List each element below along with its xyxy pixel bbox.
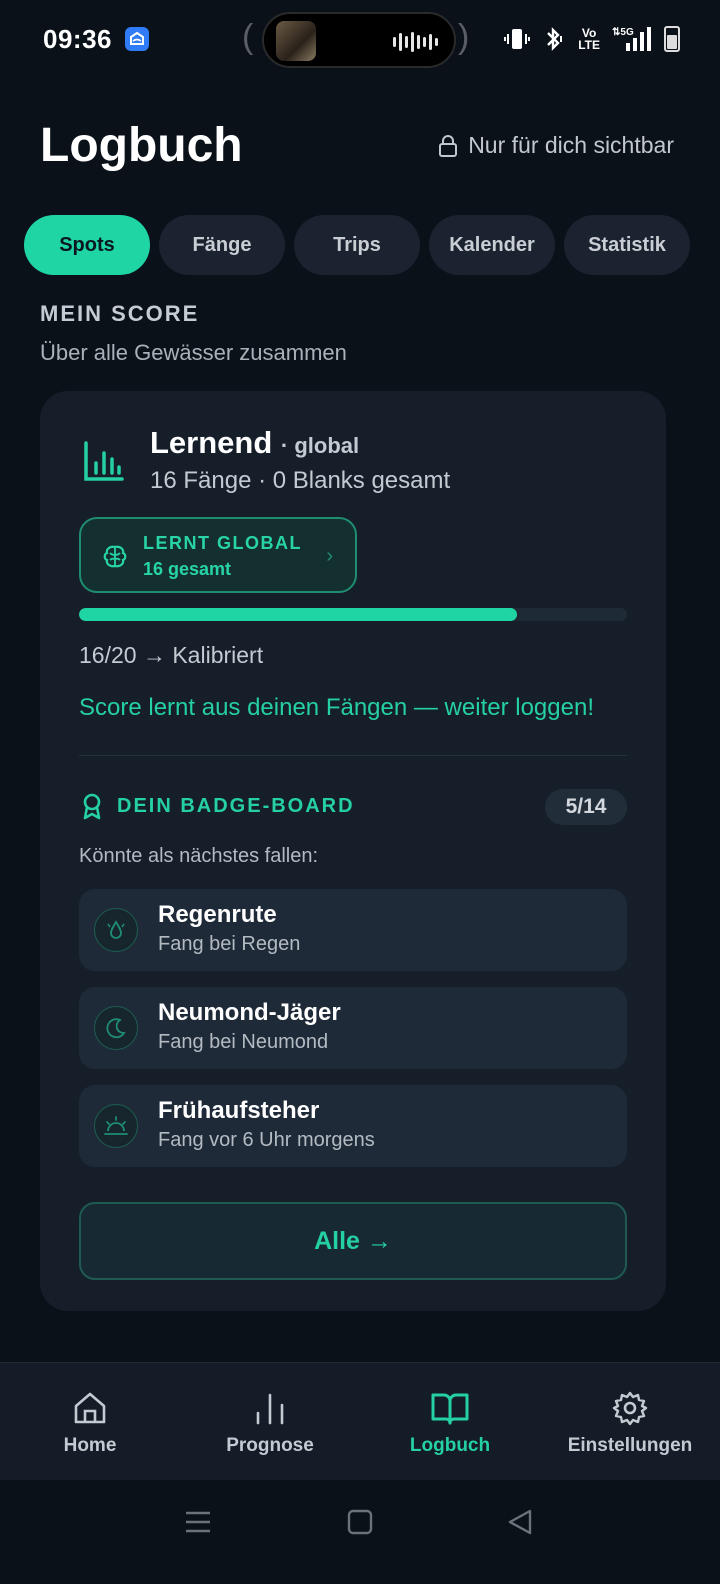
tab-trips[interactable]: Trips: [294, 215, 420, 275]
back-icon[interactable]: [506, 1508, 534, 1541]
app-notification-icon: [125, 27, 149, 51]
brain-icon: [103, 545, 127, 568]
badge-name: Frühaufsteher: [158, 1097, 320, 1124]
tab-statistik[interactable]: Statistik: [564, 215, 690, 275]
volte-label: Vo LTE: [578, 26, 600, 52]
moon-icon: [94, 1006, 138, 1050]
sunrise-icon: [94, 1104, 138, 1148]
status-time: 09:36: [43, 24, 112, 54]
privacy-indicator: Nur für dich sichtbar: [438, 132, 674, 159]
nav-label: Prognose: [226, 1435, 314, 1456]
island-right-paren: ): [458, 18, 470, 56]
nav-logbuch[interactable]: Logbuch: [360, 1363, 540, 1480]
show-all-badges-button[interactable]: Alle →: [79, 1202, 627, 1280]
award-icon: [83, 793, 101, 820]
badge-next-label: Könnte als nächstes fallen:: [79, 845, 319, 867]
progress-fill: [79, 608, 518, 621]
island-left-paren: (: [242, 18, 254, 56]
badge-desc: Fang vor 6 Uhr morgens: [158, 1129, 375, 1151]
dynamic-island[interactable]: [262, 12, 456, 68]
learn-subtitle: 16 gesamt: [143, 559, 232, 579]
raindrop-icon: [94, 908, 138, 952]
badge-desc: Fang bei Neumond: [158, 1031, 329, 1053]
signal-icon: ⇅5G: [612, 27, 651, 51]
nav-label: Home: [63, 1435, 117, 1456]
bar-chart-icon: [256, 1393, 284, 1425]
tab-faenge[interactable]: Fänge: [159, 215, 285, 275]
badge-desc: Fang bei Regen: [158, 933, 301, 955]
nav-prognose[interactable]: Prognose: [180, 1363, 360, 1480]
nav-home[interactable]: Home: [0, 1363, 180, 1480]
audio-wave-icon: [393, 32, 438, 52]
privacy-label: Nur für dich sichtbar: [468, 132, 674, 158]
badge-count: 5/14: [545, 789, 627, 825]
tab-bar: Spots Fänge Trips Kalender Statistik: [24, 215, 690, 275]
battery-icon: [664, 26, 680, 52]
section-title: MEIN SCORE: [40, 301, 200, 326]
bottom-nav: Home Prognose Logbuch Einstellungen: [0, 1362, 720, 1480]
badge-item[interactable]: Frühaufsteher Fang vor 6 Uhr morgens: [79, 1085, 627, 1167]
score-hint: Score lernt aus deinen Fängen — weiter l…: [79, 694, 594, 721]
divider: [79, 755, 627, 756]
gear-icon: [612, 1391, 648, 1426]
lock-icon: [439, 134, 458, 157]
status-bar: 09:36 ( ) Vo LTE ⇅5G: [0, 0, 720, 80]
learn-global-button[interactable]: LERNT GLOBAL 16 gesamt ›: [79, 517, 357, 593]
bluetooth-icon: [547, 27, 563, 51]
section-subtitle: Über alle Gewässer zusammen: [40, 340, 347, 365]
badge-name: Regenrute: [158, 901, 277, 928]
badge-item[interactable]: Neumond-Jäger Fang bei Neumond: [79, 987, 627, 1069]
learn-title: LERNT GLOBAL: [143, 533, 302, 553]
score-level-name: Lernend: [150, 425, 273, 460]
svg-text:⇅5G: ⇅5G: [612, 27, 634, 38]
book-icon: [431, 1393, 469, 1425]
menu-icon[interactable]: [184, 1508, 212, 1541]
badge-board-header: DEIN BADGE-BOARD: [79, 791, 355, 821]
badge-board-title: DEIN BADGE-BOARD: [117, 794, 355, 817]
score-meta: 16 Fänge · 0 Blanks gesamt: [150, 467, 451, 494]
progress-label: 16/20 → Kalibriert: [79, 642, 264, 668]
tab-kalender[interactable]: Kalender: [429, 215, 555, 275]
badge-item[interactable]: Regenrute Fang bei Regen: [79, 889, 627, 971]
status-icons: Vo LTE ⇅5G: [504, 24, 680, 54]
vibrate-icon: [504, 29, 531, 49]
nav-label: Einstellungen: [567, 1435, 693, 1456]
home-square-icon[interactable]: [346, 1508, 374, 1541]
system-nav-bar: [0, 1480, 720, 1584]
nav-einstellungen[interactable]: Einstellungen: [540, 1363, 720, 1480]
home-icon: [74, 1392, 106, 1424]
media-thumbnail: [276, 21, 316, 61]
bar-chart-icon: [84, 441, 124, 481]
badge-name: Neumond-Jäger: [158, 999, 341, 1026]
page-title: Logbuch: [40, 119, 243, 172]
chevron-right-icon: ›: [326, 545, 333, 567]
tab-spots[interactable]: Spots: [24, 215, 150, 275]
score-scope: · global: [280, 433, 360, 458]
calibration-progress-bar: [79, 608, 627, 621]
nav-label: Logbuch: [409, 1435, 491, 1456]
score-level: Lernend · global: [150, 425, 359, 461]
score-card: Lernend · global 16 Fänge · 0 Blanks ges…: [40, 391, 666, 1311]
